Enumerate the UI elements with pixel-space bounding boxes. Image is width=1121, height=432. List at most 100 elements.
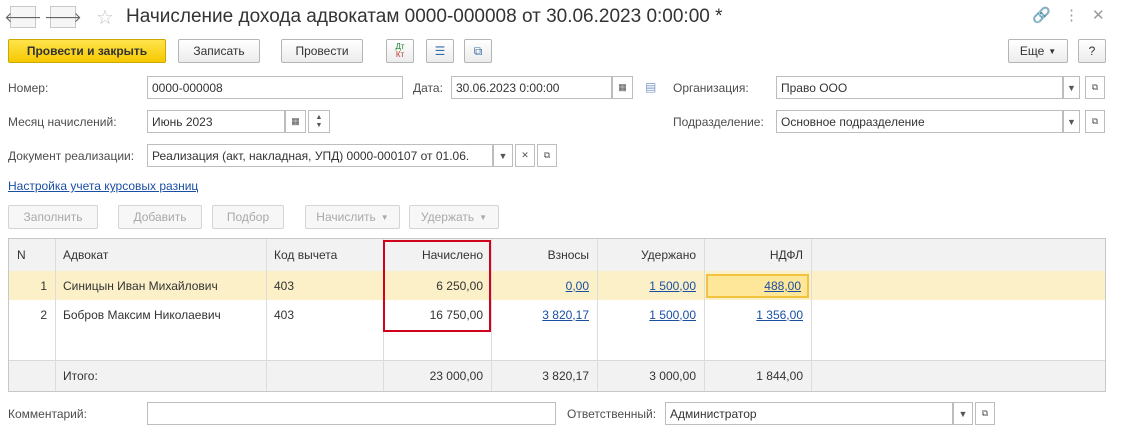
- col-withheld[interactable]: Удержано: [597, 239, 704, 271]
- post-button[interactable]: Провести: [281, 39, 363, 63]
- total-label: Итого:: [63, 369, 98, 383]
- add-button[interactable]: Добавить: [118, 205, 202, 229]
- back-button[interactable]: 🡐: [4, 6, 42, 28]
- col-ndfl[interactable]: НДФЛ: [704, 239, 811, 271]
- col-contributions[interactable]: Взносы: [491, 239, 597, 271]
- department-dropdown[interactable]: ▼: [1063, 110, 1080, 133]
- link-icon[interactable]: 🔗: [1032, 6, 1051, 24]
- open-icon: ⧉: [981, 408, 989, 418]
- withheld-cell: 1 500,00: [597, 271, 704, 300]
- forward-button[interactable]: 🡒: [44, 6, 82, 28]
- write-button[interactable]: Записать: [178, 39, 260, 63]
- select-button[interactable]: Подбор: [212, 205, 284, 229]
- chevron-down-icon: ▼: [1067, 82, 1076, 93]
- withhold-button[interactable]: Удержать ▼: [409, 205, 499, 229]
- total-contributions: 3 820,17: [542, 369, 589, 383]
- withheld-cell: 1 500,00: [597, 300, 704, 329]
- post-and-close-button[interactable]: Провести и закрыть: [8, 39, 166, 63]
- chevron-down-icon: ▼: [1048, 46, 1057, 56]
- month-label: Месяц начислений:: [8, 115, 117, 129]
- open-icon: ⧉: [543, 150, 551, 160]
- responsible-field[interactable]: Администратор: [665, 402, 953, 425]
- month-calendar-button[interactable]: ▦: [285, 110, 306, 133]
- lawyer-name: Бобров Максим Николаевич: [63, 307, 221, 322]
- sales-doc-open[interactable]: ⧉: [537, 144, 557, 167]
- window-title: Начисление дохода адвокатам 0000-000008 …: [126, 6, 723, 27]
- month-stepper[interactable]: ▲ ▼: [308, 110, 330, 133]
- table-footer: Итого: 23 000,00 3 820,17 3 000,00 1 844…: [9, 360, 1105, 391]
- organization-open[interactable]: ⧉: [1085, 76, 1105, 99]
- total-accrued: 23 000,00: [429, 369, 483, 383]
- ndfl-cell: 1 356,00: [704, 300, 811, 329]
- chevron-down-icon: ▼: [380, 212, 389, 222]
- help-button[interactable]: ?: [1078, 39, 1106, 63]
- organization-label: Организация:: [673, 81, 749, 95]
- ndfl-link[interactable]: 1 356,00: [756, 308, 803, 322]
- deduction-code: 403: [274, 307, 295, 322]
- calendar-icon: ▦: [618, 82, 627, 92]
- comment-field[interactable]: [147, 402, 556, 425]
- structure-icon: ⧉: [473, 43, 483, 58]
- date-field[interactable]: 30.06.2023 0:00:00: [451, 76, 612, 99]
- calendar-button[interactable]: ▦: [612, 76, 633, 99]
- comment-icon[interactable]: ▤: [645, 80, 656, 94]
- withheld-link[interactable]: 1 500,00: [649, 279, 696, 293]
- arrow-right-icon: 🡒: [44, 8, 82, 25]
- dt-kt-icon: Дт Кт: [395, 42, 405, 59]
- organization-field[interactable]: Право ООО: [776, 76, 1063, 99]
- contributions-cell: 0,00: [491, 271, 597, 300]
- structure-button[interactable]: ⧉: [464, 39, 492, 63]
- department-field[interactable]: Основное подразделение: [776, 110, 1063, 133]
- ndfl-cell-content: 488,00: [708, 276, 807, 296]
- chevron-down-icon: ▼: [958, 408, 968, 419]
- col-deduction-code[interactable]: Код вычета: [266, 239, 383, 271]
- menu-dots-icon[interactable]: ⋮: [1064, 6, 1079, 24]
- col-n[interactable]: N: [9, 239, 55, 271]
- arrow-left-icon: 🡐: [4, 8, 42, 25]
- ndfl-link[interactable]: 488,00: [764, 279, 801, 293]
- sales-doc-label: Документ реализации:: [8, 149, 135, 163]
- accrue-button[interactable]: Начислить ▼: [305, 205, 400, 229]
- number-label: Номер:: [8, 81, 49, 95]
- column-divider: [491, 239, 492, 391]
- total-ndfl: 1 844,00: [756, 369, 803, 383]
- deduction-code: 403: [274, 278, 295, 293]
- fill-button[interactable]: Заполнить: [8, 205, 98, 229]
- report-button[interactable]: ☰: [426, 39, 454, 63]
- sales-doc-field[interactable]: Реализация (акт, накладная, УПД) 0000-00…: [147, 144, 493, 167]
- date-label: Дата:: [413, 81, 443, 95]
- column-divider: [704, 239, 705, 391]
- responsible-open[interactable]: ⧉: [975, 402, 995, 425]
- withheld-link[interactable]: 1 500,00: [649, 308, 696, 322]
- chevron-down-icon: ▼: [479, 212, 488, 222]
- fx-settings-link[interactable]: Настройка учета курсовых разниц: [8, 179, 198, 193]
- stepper-up-icon: ▲: [315, 113, 323, 121]
- contributions-link[interactable]: 3 820,17: [542, 308, 589, 322]
- chevron-down-icon: ▼: [498, 150, 508, 161]
- month-field[interactable]: Июнь 2023: [147, 110, 285, 133]
- favorite-star-icon[interactable]: ☆: [96, 5, 114, 30]
- clear-icon: ✕: [521, 150, 529, 160]
- column-divider: [811, 239, 812, 391]
- more-button[interactable]: Еще ▼: [1008, 39, 1068, 63]
- withhold-label: Удержать: [420, 210, 475, 224]
- sales-doc-clear[interactable]: ✕: [515, 144, 535, 167]
- dt-kt-button[interactable]: Дт Кт: [386, 39, 414, 63]
- close-icon[interactable]: ✕: [1092, 6, 1105, 24]
- number-field[interactable]: 0000-000008: [147, 76, 403, 99]
- table-row[interactable]: 1 Синицын Иван Михайлович 403 6 250,00 0…: [9, 271, 1105, 300]
- comment-label: Комментарий:: [8, 407, 87, 421]
- ndfl-focused-cell[interactable]: 488,00: [706, 274, 809, 298]
- col-lawyer[interactable]: Адвокат: [55, 239, 266, 271]
- contributions-link[interactable]: 0,00: [566, 279, 589, 293]
- more-label: Еще: [1019, 44, 1045, 58]
- list-icon: ☰: [434, 44, 446, 58]
- table-row[interactable]: 2 Бобров Максим Николаевич 403 16 750,00…: [9, 300, 1105, 329]
- organization-dropdown[interactable]: ▼: [1063, 76, 1080, 99]
- department-open[interactable]: ⧉: [1085, 110, 1105, 133]
- responsible-dropdown[interactable]: ▼: [953, 402, 973, 425]
- accruals-table[interactable]: N Адвокат Код вычета Начислено Взносы Уд…: [8, 238, 1106, 392]
- sales-doc-dropdown[interactable]: ▼: [493, 144, 513, 167]
- open-icon: ⧉: [1091, 116, 1099, 126]
- row-number: 1: [40, 278, 47, 293]
